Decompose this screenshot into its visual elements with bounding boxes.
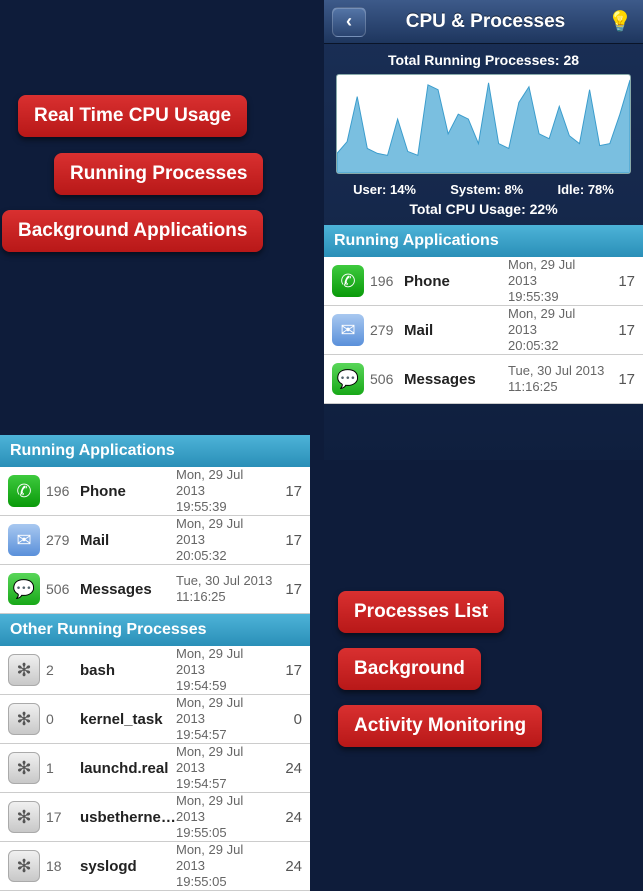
app-row-mail[interactable]: ✉ 279 Mail Mon, 29 Jul 201320:05:32 17 (324, 306, 643, 355)
proc-date: Mon, 29 Jul 201319:54:59 (176, 646, 274, 695)
proc-name: kernel_task (80, 711, 176, 728)
gear-icon: ✻ (8, 752, 40, 784)
proc-pid: 18 (46, 858, 80, 874)
cpu-user: User: 14% (353, 182, 416, 197)
app-name: Phone (404, 273, 508, 290)
page-title: CPU & Processes (406, 11, 565, 33)
hint-icon[interactable]: 💡 (605, 7, 635, 37)
app-num: 17 (274, 483, 302, 500)
cpu-stats: Total Running Processes: 28 User: 14% Sy… (324, 44, 643, 225)
app-date: Mon, 29 Jul 201320:05:32 (508, 306, 607, 355)
app-row-phone[interactable]: ✆ 196 Phone Mon, 29 Jul 201319:55:39 17 (0, 467, 310, 516)
navbar: ‹ CPU & Processes 💡 (324, 0, 643, 44)
callout-activity: Activity Monitoring (338, 705, 542, 747)
proc-num: 24 (274, 809, 302, 826)
mail-icon: ✉ (8, 524, 40, 556)
total-processes-label: Total Running Processes: 28 (336, 52, 631, 68)
app-pid: 279 (370, 322, 404, 338)
proc-date: Mon, 29 Jul 201319:55:05 (176, 842, 274, 891)
app-row-messages[interactable]: 💬 506 Messages Tue, 30 Jul 201311:16:25 … (324, 355, 643, 404)
app-name: Messages (404, 371, 508, 388)
callout-realtime-cpu: Real Time CPU Usage (18, 95, 247, 137)
proc-pid: 17 (46, 809, 80, 825)
process-list-panel: Running Applications ✆ 196 Phone Mon, 29… (0, 435, 310, 891)
proc-date: Mon, 29 Jul 201319:55:05 (176, 793, 274, 842)
phone-icon: ✆ (332, 265, 364, 297)
gear-icon: ✻ (8, 703, 40, 735)
cpu-system: System: 8% (450, 182, 523, 197)
phone-icon: ✆ (8, 475, 40, 507)
cpu-breakdown: User: 14% System: 8% Idle: 78% (336, 182, 631, 197)
cpu-chart (336, 74, 631, 174)
app-name: Mail (404, 322, 508, 339)
process-row[interactable]: ✻ 17 usbethernets... Mon, 29 Jul 201319:… (0, 793, 310, 842)
app-num: 17 (274, 581, 302, 598)
app-date: Tue, 30 Jul 201311:16:25 (508, 363, 607, 396)
app-pid: 506 (370, 371, 404, 387)
gear-icon: ✻ (8, 801, 40, 833)
app-name: Messages (80, 581, 176, 598)
app-pid: 196 (370, 273, 404, 289)
app-num: 17 (607, 273, 635, 290)
app-num: 17 (607, 371, 635, 388)
process-row[interactable]: ✻ 2 bash Mon, 29 Jul 201319:54:59 17 (0, 646, 310, 695)
app-num: 17 (607, 322, 635, 339)
proc-date: Mon, 29 Jul 201319:54:57 (176, 695, 274, 744)
app-row-phone[interactable]: ✆ 196 Phone Mon, 29 Jul 201319:55:39 17 (324, 257, 643, 306)
callout-proc-list: Processes List (338, 591, 504, 633)
other-processes-header: Other Running Processes (0, 614, 310, 646)
msg-icon: 💬 (8, 573, 40, 605)
app-pid: 506 (46, 581, 80, 597)
proc-num: 24 (274, 760, 302, 777)
app-name: Mail (80, 532, 176, 549)
proc-name: launchd.real (80, 760, 176, 777)
app-date: Tue, 30 Jul 201311:16:25 (176, 573, 274, 606)
msg-icon: 💬 (332, 363, 364, 395)
proc-name: bash (80, 662, 176, 679)
proc-pid: 0 (46, 711, 80, 727)
total-cpu-label: Total CPU Usage: 22% (336, 201, 631, 217)
process-row[interactable]: ✻ 0 kernel_task Mon, 29 Jul 201319:54:57… (0, 695, 310, 744)
app-date: Mon, 29 Jul 201320:05:32 (176, 516, 274, 565)
gear-icon: ✻ (8, 850, 40, 882)
app-pid: 279 (46, 532, 80, 548)
process-row[interactable]: ✻ 18 syslogd Mon, 29 Jul 201319:55:05 24 (0, 842, 310, 891)
gear-icon: ✻ (8, 654, 40, 686)
proc-date: Mon, 29 Jul 201319:54:57 (176, 744, 274, 793)
app-name: Phone (80, 483, 176, 500)
callout-background: Background Applications (2, 210, 263, 252)
proc-num: 17 (274, 662, 302, 679)
callout-bg2: Background (338, 648, 481, 690)
running-apps-header: Running Applications (324, 225, 643, 257)
cpu-idle: Idle: 78% (557, 182, 613, 197)
app-num: 17 (274, 532, 302, 549)
app-date: Mon, 29 Jul 201319:55:39 (176, 467, 274, 516)
app-date: Mon, 29 Jul 201319:55:39 (508, 257, 607, 306)
back-button[interactable]: ‹ (332, 7, 366, 37)
proc-name: syslogd (80, 858, 176, 875)
app-row-messages[interactable]: 💬 506 Messages Tue, 30 Jul 201311:16:25 … (0, 565, 310, 614)
running-apps-header-2: Running Applications (0, 435, 310, 467)
process-row[interactable]: ✻ 1 launchd.real Mon, 29 Jul 201319:54:5… (0, 744, 310, 793)
proc-num: 24 (274, 858, 302, 875)
app-pid: 196 (46, 483, 80, 499)
app-row-mail[interactable]: ✉ 279 Mail Mon, 29 Jul 201320:05:32 17 (0, 516, 310, 565)
callout-running-proc: Running Processes (54, 153, 263, 195)
cpu-phone-panel: ‹ CPU & Processes 💡 Total Running Proces… (324, 0, 643, 460)
proc-pid: 1 (46, 760, 80, 776)
proc-pid: 2 (46, 662, 80, 678)
mail-icon: ✉ (332, 314, 364, 346)
proc-name: usbethernets... (80, 809, 176, 826)
proc-num: 0 (274, 711, 302, 728)
